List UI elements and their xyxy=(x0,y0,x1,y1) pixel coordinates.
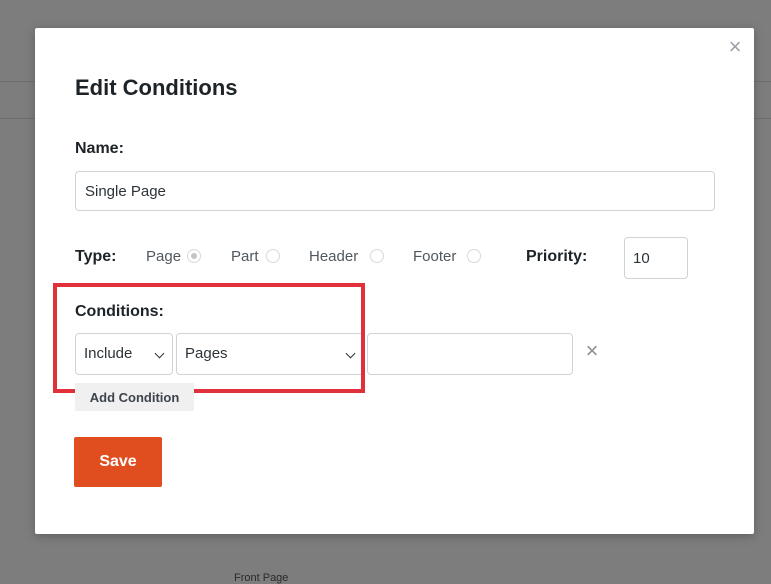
type-option-footer-radio[interactable] xyxy=(467,249,481,263)
type-option-page-radio[interactable] xyxy=(187,249,201,263)
chevron-down-icon xyxy=(345,348,356,359)
type-option-page-label: Page xyxy=(146,248,182,265)
name-input[interactable] xyxy=(75,171,715,211)
target-select-value: Pages xyxy=(185,345,228,362)
add-condition-button[interactable]: Add Condition xyxy=(75,383,194,411)
save-button[interactable]: Save xyxy=(74,437,162,487)
priority-label: Priority: xyxy=(526,248,588,265)
type-label: Type: xyxy=(75,248,117,265)
conditions-label: Conditions: xyxy=(75,303,164,320)
type-option-header-radio[interactable] xyxy=(370,249,384,263)
remove-condition-icon[interactable]: × xyxy=(582,340,602,362)
priority-input[interactable] xyxy=(624,237,688,279)
type-row: Type: Page Part Header Footer Priority: xyxy=(75,246,715,270)
close-icon[interactable]: × xyxy=(726,36,744,58)
type-option-part-radio[interactable] xyxy=(266,249,280,263)
name-label: Name: xyxy=(75,140,124,157)
rule-select[interactable]: Include xyxy=(75,333,173,375)
type-option-footer-label: Footer xyxy=(413,248,457,265)
target-select[interactable]: Pages xyxy=(176,333,364,375)
background-peek-text: Front Page xyxy=(234,572,289,584)
condition-value-input[interactable] xyxy=(367,333,573,375)
edit-conditions-modal: × Edit Conditions Name: Type: Page Part … xyxy=(35,28,754,534)
chevron-down-icon xyxy=(154,348,165,359)
rule-select-value: Include xyxy=(84,345,133,362)
type-option-header-label: Header xyxy=(309,248,359,265)
modal-title: Edit Conditions xyxy=(75,75,238,100)
type-option-part-label: Part xyxy=(231,248,259,265)
